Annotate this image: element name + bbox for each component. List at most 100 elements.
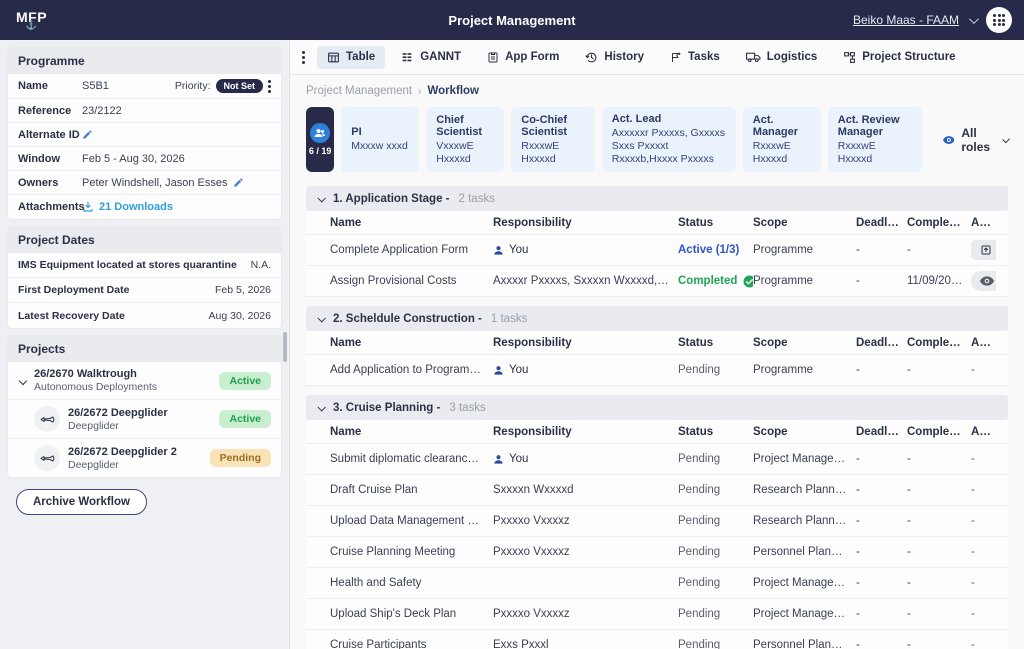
programme-value: Peter Windshell, Jason Esses xyxy=(82,177,244,189)
status-pending: Pending xyxy=(678,577,720,589)
stage-task-count: 3 tasks xyxy=(449,402,485,414)
sidebar-scrollbar[interactable] xyxy=(283,332,287,362)
tab-label: History xyxy=(604,51,644,63)
apps-grid-button[interactable] xyxy=(986,7,1012,33)
date-value: Aug 30, 2026 xyxy=(209,310,271,322)
programme-row-window: WindowFeb 5 - Aug 30, 2026 xyxy=(8,147,281,171)
tabbar-kebab-menu[interactable] xyxy=(298,51,313,64)
table-header-row: NameResponsibilityStatusScopeDeadlineCom… xyxy=(306,211,1008,235)
breadcrumb-parent[interactable]: Project Management xyxy=(306,85,412,97)
column-header-status: Status xyxy=(678,337,753,349)
edit-field[interactable] xyxy=(82,129,93,140)
project-subtitle: Deepglider xyxy=(68,420,168,432)
status-pending: Pending xyxy=(678,546,720,558)
tab-tasks[interactable]: Tasks xyxy=(660,46,730,69)
archive-workflow-button[interactable]: Archive Workflow xyxy=(16,489,147,515)
role-card-act-review-manager[interactable]: Act. Review Manager RxxxwE Hxxxxd xyxy=(828,107,922,172)
status-pending: Pending xyxy=(678,364,720,376)
stage-header-2-scheldule-construction[interactable]: 2. Scheldule Construction - 1 tasks xyxy=(306,306,1008,331)
column-header-scope: Scope xyxy=(753,337,856,349)
tab-app-form[interactable]: App Form xyxy=(477,46,569,69)
column-header-name: Name xyxy=(330,337,493,349)
column-header-deadline: Deadline xyxy=(856,217,907,229)
task-deadline: - xyxy=(856,275,907,287)
task-row-draft-cruise-plan[interactable]: Draft Cruise Plan Sxxxxn Wxxxxd Pending … xyxy=(306,475,1008,506)
stage-title: 3. Cruise Planning - xyxy=(333,402,440,414)
task-completed: - xyxy=(907,577,971,589)
stage-task-count: 2 tasks xyxy=(459,193,495,205)
edit-pencil-icon xyxy=(82,129,93,140)
roles-count-card[interactable]: 6 / 19 xyxy=(306,107,334,172)
action-none: - xyxy=(971,515,975,527)
task-row-upload-data-management-plan[interactable]: Upload Data Management Plan Pxxxxo Vxxxx… xyxy=(306,506,1008,537)
role-card-co-chief-scientist[interactable]: Co-Chief Scientist RxxxwE Hxxxxd xyxy=(511,107,595,172)
chevron-down-icon xyxy=(317,194,325,202)
task-row-add-application-to-programme[interactable]: Add Application to Programme You Pending… xyxy=(306,355,1008,386)
programme-row-attachments: Attachments21 Downloads xyxy=(8,195,281,219)
priority-badge[interactable]: Not Set xyxy=(216,79,264,93)
task-row-submit-diplomatic-clearance-appli[interactable]: Submit diplomatic clearance appli... You… xyxy=(306,444,1008,475)
edit-owners-button[interactable] xyxy=(233,177,244,188)
role-card-act-manager[interactable]: Act. Manager RxxxwE Hxxxxd xyxy=(743,107,821,172)
task-row-assign-provisional-costs[interactable]: Assign Provisional Costs Axxxxr Pxxxxs, … xyxy=(306,266,1008,297)
task-scope: Programme xyxy=(753,244,856,256)
breadcrumb: Project Management › Workflow xyxy=(306,85,1008,97)
role-names: Axxxxxr Pxxxxs, Gxxxxs Sxxs Pxxxxt Rxxxx… xyxy=(612,127,726,166)
role-title: Act. Lead xyxy=(612,113,726,125)
chevron-down-icon xyxy=(317,314,325,322)
view-task-button[interactable]: View xyxy=(971,271,996,291)
tab-history[interactable]: History xyxy=(575,46,654,69)
sections-container: 1. Application Stage - 2 tasks NameRespo… xyxy=(306,186,1008,649)
programme-kebab-menu[interactable] xyxy=(268,80,271,93)
task-name: Upload Data Management Plan xyxy=(330,515,493,527)
task-deadline: - xyxy=(856,639,907,649)
action-none: - xyxy=(971,364,975,376)
project-code: 26/2670 Walktrough xyxy=(34,368,157,380)
role-cards-container: PI Mxxxw xxxd Chief Scientist VxxxwE Hxx… xyxy=(341,107,921,172)
task-deadline: - xyxy=(856,484,907,496)
column-header-completed: Completed xyxy=(907,426,971,438)
chevron-down-icon[interactable] xyxy=(19,376,27,384)
user-menu[interactable]: Beiko Maas - FAAM xyxy=(853,13,959,27)
tab-label: GANNT xyxy=(420,51,461,63)
project-item-26-2672-deepglider[interactable]: 26/2672 Deepglider Deepglider Active xyxy=(8,400,281,439)
chevron-down-icon xyxy=(1003,135,1011,143)
status-active[interactable]: Active (1/3) xyxy=(678,244,739,256)
project-item-26-2670-walktrough[interactable]: 26/2670 Walktrough Autonomous Deployment… xyxy=(8,362,281,400)
task-row-upload-ship-s-deck-plan[interactable]: Upload Ship's Deck Plan Pxxxxo Vxxxxz Pe… xyxy=(306,599,1008,630)
task-scope: Project Management xyxy=(753,608,856,620)
role-card-act-lead[interactable]: Act. Lead Axxxxxr Pxxxxs, Gxxxxs Sxxs Px… xyxy=(602,107,736,172)
project-item-26-2672-deepglider-2[interactable]: 26/2672 Deepglider 2 Deepglider Pending xyxy=(8,439,281,477)
task-row-health-and-safety[interactable]: Health and Safety Pending Project Manage… xyxy=(306,568,1008,599)
programme-card-title: Programme xyxy=(8,48,281,74)
task-row-cruise-participants[interactable]: Cruise Participants Exxs Pxxxl Pending P… xyxy=(306,630,1008,649)
project-subtitle: Autonomous Deployments xyxy=(34,381,157,393)
project-subtitle: Deepglider xyxy=(68,459,177,471)
tab-table[interactable]: Table xyxy=(317,46,385,69)
role-card-pi[interactable]: PI Mxxxw xxxd xyxy=(341,107,419,172)
role-names: RxxxwE Hxxxxd xyxy=(838,140,912,166)
task-row-complete-application-form[interactable]: Complete Application Form You Active (1/… xyxy=(306,235,1008,266)
role-card-chief-scientist[interactable]: Chief Scientist VxxxwE Hxxxxd xyxy=(426,107,504,172)
task-scope: Personnel Planning xyxy=(753,639,856,649)
task-row-cruise-planning-meeting[interactable]: Cruise Planning Meeting Pxxxxo Vxxxxz Pe… xyxy=(306,537,1008,568)
task-completed: - xyxy=(907,484,971,496)
chevron-down-icon[interactable] xyxy=(969,14,979,24)
task-scope: Programme xyxy=(753,275,856,287)
column-header-action: Action xyxy=(971,426,996,438)
task-deadline: - xyxy=(856,546,907,558)
all-roles-filter[interactable]: All roles xyxy=(943,126,1008,154)
programme-card: Programme NameS5B1 Priority: Not Set Ref… xyxy=(8,48,281,219)
tabs-container: Table GANNT App Form History Tasks Logis… xyxy=(317,46,966,69)
downloads-link[interactable]: 21 Downloads xyxy=(82,201,173,213)
tab-project-structure[interactable]: Project Structure xyxy=(833,46,965,69)
tab-gannt[interactable]: GANNT xyxy=(391,46,471,69)
table-header-row: NameResponsibilityStatusScopeDeadlineCom… xyxy=(306,420,1008,444)
download-icon xyxy=(82,201,94,213)
stage-header-1-application-stage[interactable]: 1. Application Stage - 2 tasks xyxy=(306,186,1008,211)
open-task-button[interactable]: Open xyxy=(971,240,996,260)
tab-logistics[interactable]: Logistics xyxy=(736,46,827,69)
stage-header-3-cruise-planning[interactable]: 3. Cruise Planning - 3 tasks xyxy=(306,395,1008,420)
status-pending: Pending xyxy=(678,608,720,620)
responsibility-value: Sxxxxn Wxxxxd xyxy=(493,484,574,496)
